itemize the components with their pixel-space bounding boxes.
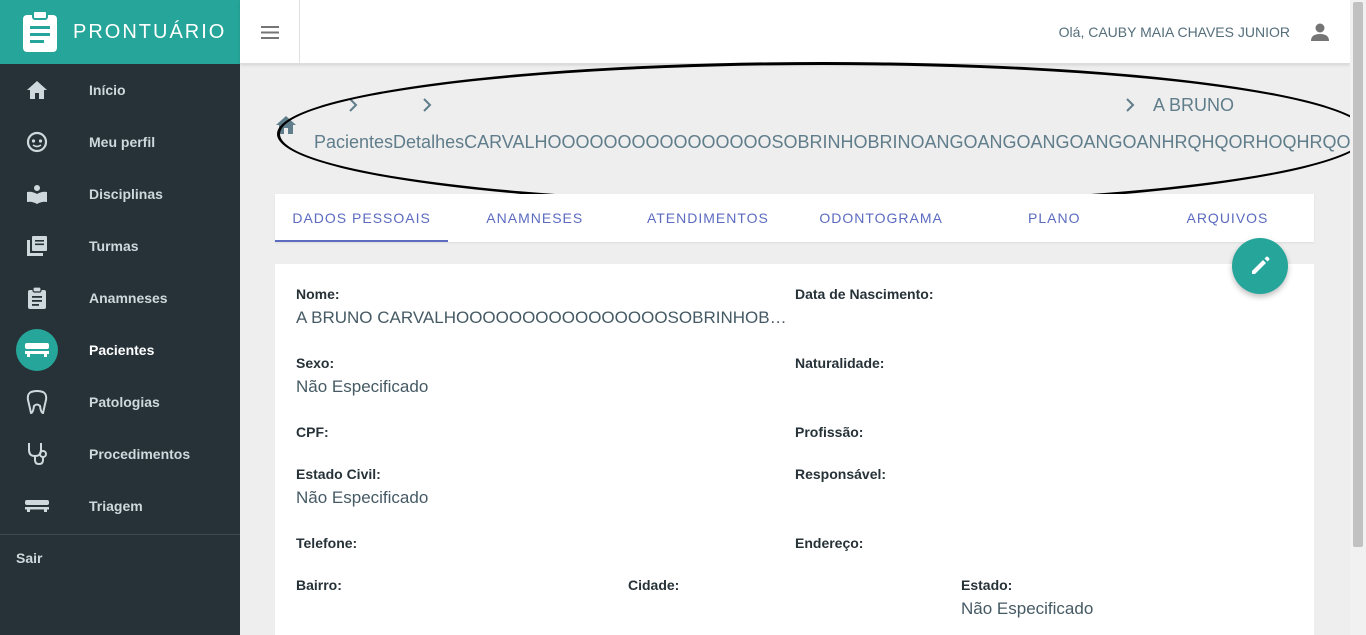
field-cpf: CPF: xyxy=(296,424,329,440)
field-label: Telefone: xyxy=(296,535,358,551)
patient-details-card: Nome: A BRUNO CARVALHOOOOOOOOOOOOOOOOSOB… xyxy=(275,264,1314,635)
field-estado: Estado: Não Especificado xyxy=(961,577,1093,619)
library-icon xyxy=(16,225,58,267)
sidebar-item-label: Patologias xyxy=(89,394,160,410)
field-label: Naturalidade: xyxy=(795,355,885,371)
user-greeting: Olá, CAUBY MAIA CHAVES JUNIOR xyxy=(1058,24,1290,40)
face-icon xyxy=(16,121,58,163)
field-label: Sexo: xyxy=(296,355,335,371)
pencil-icon xyxy=(1252,256,1270,274)
tab-arquivos[interactable]: ARQUIVOS xyxy=(1141,194,1314,242)
sidebar: PRONTUÁRIO Início Meu perfil Disciplinas… xyxy=(0,0,240,635)
patient-tabs: DADOS PESSOAIS ANAMNESES ATENDIMENTOS OD… xyxy=(275,194,1314,242)
home-icon[interactable] xyxy=(276,116,296,134)
bed-icon xyxy=(16,329,58,371)
sidebar-item-label: Triagem xyxy=(89,498,143,514)
tab-odontograma[interactable]: ODONTOGRAMA xyxy=(795,194,968,242)
field-telefone: Telefone: xyxy=(296,535,357,551)
sidebar-item-label: Disciplinas xyxy=(89,186,163,202)
chevron-right-icon xyxy=(349,98,358,112)
stethoscope-icon xyxy=(16,433,58,475)
field-nome: Nome: A BRUNO CARVALHOOOOOOOOOOOOOOOOSOB… xyxy=(296,286,791,328)
sidebar-item-label: Início xyxy=(89,82,126,98)
menu-button[interactable] xyxy=(240,0,300,64)
sidebar-item-turmas[interactable]: Turmas xyxy=(0,220,240,272)
field-sexo: Sexo: Não Especificado xyxy=(296,355,428,397)
hamburger-icon xyxy=(260,25,279,39)
field-value: Não Especificado xyxy=(961,599,1094,618)
account-icon[interactable] xyxy=(1310,22,1330,42)
field-naturalidade: Naturalidade: xyxy=(795,355,884,371)
sidebar-nav: Início Meu perfil Disciplinas Turmas Ana… xyxy=(0,64,240,532)
brand: PRONTUÁRIO xyxy=(0,0,240,64)
field-label: Profissão: xyxy=(795,424,864,440)
field-data-nascimento: Data de Nascimento: xyxy=(795,286,933,302)
sidebar-item-label: Anamneses xyxy=(89,290,168,306)
field-cidade: Cidade: xyxy=(628,577,679,593)
edit-button[interactable] xyxy=(1232,238,1288,294)
tab-anamneses[interactable]: ANAMNESES xyxy=(448,194,621,242)
sidebar-item-procedimentos[interactable]: Procedimentos xyxy=(0,428,240,480)
chevron-right-icon xyxy=(1126,98,1135,112)
field-label: Bairro: xyxy=(296,577,342,593)
field-label: CPF: xyxy=(296,424,329,440)
home-icon xyxy=(16,69,58,111)
field-endereco: Endereço: xyxy=(795,535,863,551)
sidebar-item-inicio[interactable]: Início xyxy=(0,64,240,116)
tab-dados-pessoais[interactable]: DADOS PESSOAIS xyxy=(275,194,449,242)
breadcrumb-current-name[interactable]: A BRUNO xyxy=(1153,95,1234,116)
field-label: Estado Civil: xyxy=(296,466,381,482)
field-label: Endereço: xyxy=(795,535,864,551)
page-scrollbar[interactable] xyxy=(1350,0,1366,635)
field-label: Nome: xyxy=(296,286,340,302)
book-icon xyxy=(16,173,58,215)
sidebar-item-label: Procedimentos xyxy=(89,446,191,462)
field-responsavel: Responsável: xyxy=(795,466,886,482)
sidebar-item-patologias[interactable]: Patologias xyxy=(0,376,240,428)
clipboard-logo-icon xyxy=(23,11,57,52)
field-label: Responsável: xyxy=(795,466,887,482)
sidebar-item-triagem[interactable]: Triagem xyxy=(0,480,240,532)
field-value: Não Especificado xyxy=(296,377,429,396)
sidebar-divider xyxy=(0,534,240,535)
scrollbar-thumb[interactable] xyxy=(1353,2,1363,547)
field-bairro: Bairro: xyxy=(296,577,342,593)
sidebar-item-anamneses[interactable]: Anamneses xyxy=(0,272,240,324)
field-value: Não Especificado xyxy=(296,488,429,507)
tab-plano[interactable]: PLANO xyxy=(968,194,1141,242)
sidebar-item-pacientes[interactable]: Pacientes xyxy=(0,324,240,376)
tooth-icon xyxy=(16,381,58,423)
top-bar: Olá, CAUBY MAIA CHAVES JUNIOR xyxy=(240,0,1350,64)
sidebar-item-label: Pacientes xyxy=(89,342,155,358)
breadcrumb-path[interactable]: PacientesDetalhesCARVALHOOOOOOOOOOOOOOOO… xyxy=(314,132,1350,153)
sidebar-item-label: Turmas xyxy=(89,238,139,254)
tab-atendimentos[interactable]: ATENDIMENTOS xyxy=(621,194,794,242)
field-label: Data de Nascimento: xyxy=(795,286,934,302)
chevron-right-icon xyxy=(423,98,432,112)
logout-link[interactable]: Sair xyxy=(16,550,42,566)
field-estado-civil: Estado Civil: Não Especificado xyxy=(296,466,428,508)
app-title: PRONTUÁRIO xyxy=(73,20,227,43)
field-label: Estado: xyxy=(961,577,1013,593)
field-value: A BRUNO CARVALHOOOOOOOOOOOOOOOOSOBRINHOB… xyxy=(296,308,791,327)
sidebar-item-meu-perfil[interactable]: Meu perfil xyxy=(0,116,240,168)
sidebar-item-label: Meu perfil xyxy=(89,134,156,150)
field-profissao: Profissão: xyxy=(795,424,863,440)
stretcher-icon xyxy=(16,485,58,527)
clipboard-icon xyxy=(16,277,58,319)
sidebar-item-disciplinas[interactable]: Disciplinas xyxy=(0,168,240,220)
breadcrumb: A BRUNO PacientesDetalhesCARVALHOOOOOOOO… xyxy=(276,86,1350,166)
field-label: Cidade: xyxy=(628,577,680,593)
